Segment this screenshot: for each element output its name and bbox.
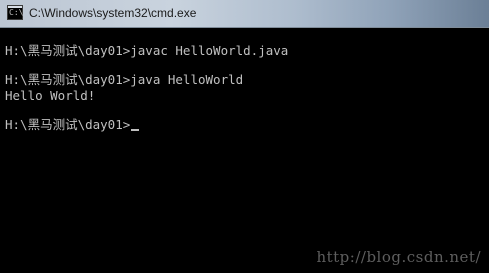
console-line-prompt[interactable]: H:\黑马测试\day01> bbox=[5, 117, 489, 133]
text-cursor bbox=[131, 129, 140, 131]
watermark: http://blog.csdn.net/ bbox=[316, 248, 481, 266]
console-line-javac: H:\黑马测试\day01>javac HelloWorld.java bbox=[5, 43, 289, 58]
prompt-text: H:\黑马测试\day01> bbox=[5, 117, 131, 132]
console-line-blank-2 bbox=[5, 104, 489, 117]
title-bar[interactable]: C:\ C:\Windows\system32\cmd.exe bbox=[0, 0, 489, 28]
window-title: C:\Windows\system32\cmd.exe bbox=[29, 6, 197, 20]
cmd-app-icon[interactable]: C:\ bbox=[7, 5, 23, 20]
console-output[interactable]: H:\黑马测试\day01>javac HelloWorld.java H:\黑… bbox=[0, 28, 489, 273]
cmd-window: C:\ C:\Windows\system32\cmd.exe H:\黑马测试\… bbox=[0, 0, 489, 273]
console-line-output: Hello World! bbox=[5, 88, 96, 103]
console-line-java: H:\黑马测试\day01>java HelloWorld bbox=[5, 72, 244, 87]
